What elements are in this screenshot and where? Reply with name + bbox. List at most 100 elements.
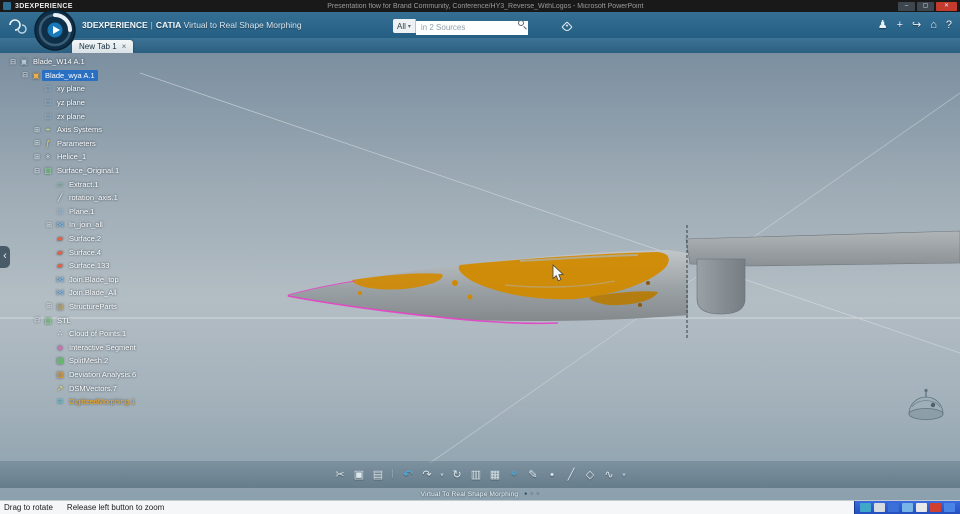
search-icon[interactable]: [517, 20, 524, 26]
tray-app-7[interactable]: [944, 503, 955, 512]
tray-app-3[interactable]: [888, 503, 899, 512]
tab-new-tab-1[interactable]: New Tab 1 ×: [72, 40, 134, 53]
tag-icon[interactable]: [561, 21, 573, 33]
tree-item-label: Parameters: [57, 138, 96, 148]
tab-close-icon[interactable]: ×: [122, 42, 127, 51]
tree-item-structureparts[interactable]: ⊞ ▤ StructureParts: [8, 300, 139, 314]
collapse-panel-icon[interactable]: ‹: [0, 246, 10, 268]
tree-item-cloud-of-points-1[interactable]: ∴ Cloud of Points.1: [8, 327, 139, 341]
windows-taskbar: [854, 501, 960, 514]
expander-icon[interactable]: ⊟: [20, 71, 30, 79]
tray-app-5[interactable]: [916, 503, 927, 512]
tray-app-2[interactable]: [874, 503, 885, 512]
tray-app-1[interactable]: [860, 503, 871, 512]
surface-icon: ▰: [56, 261, 64, 271]
hub-model[interactable]: [685, 230, 960, 315]
cut-icon[interactable]: ✂: [332, 468, 349, 481]
join-icon: ⋈: [56, 274, 64, 284]
expander-icon[interactable]: ⊞: [32, 153, 42, 161]
paste-icon[interactable]: ▤: [370, 468, 387, 481]
expander-icon[interactable]: ⊟: [32, 316, 42, 324]
tree-item-deviation-analysis-6[interactable]: ▨ Deviation Analysis.6: [8, 368, 139, 382]
page-dot-1[interactable]: ●: [524, 491, 527, 497]
add-icon[interactable]: +: [897, 17, 903, 33]
model-tree: ⊟ ▣ Blade_W14 A.1 ⊟ ▣ Blade_wya A.1 □ xy plane □…: [8, 55, 139, 408]
compass-icon[interactable]: [34, 9, 76, 51]
line-icon[interactable]: ╱: [563, 468, 580, 481]
vectors-icon: ↗: [56, 383, 64, 393]
expander-icon[interactable]: ⊟: [8, 58, 18, 66]
segment-icon: ◈: [56, 342, 64, 352]
tree-item-in-join-all[interactable]: ⊞ ⋈ In_join_all: [8, 218, 139, 232]
tree-item-yz-plane[interactable]: □ yz plane: [8, 96, 139, 110]
search-filter-dropdown[interactable]: All ▾: [393, 19, 416, 33]
tree-item-xy-plane[interactable]: □ xy plane: [8, 82, 139, 96]
page-dot-3[interactable]: ○: [536, 491, 539, 497]
tree-item-surface-original-1[interactable]: ⊟ ▧ Surface_Original.1: [8, 164, 139, 178]
minimize-button[interactable]: –: [898, 1, 915, 11]
tree-item-label: STL: [57, 315, 71, 325]
measure-icon[interactable]: ⌖: [506, 468, 523, 481]
expander-icon[interactable]: ⊞: [44, 302, 54, 310]
close-button[interactable]: ✕: [936, 1, 957, 11]
tree-item-surface-2[interactable]: ▰ Surface.2: [8, 232, 139, 246]
app-subtitle: Virtual to Real Shape Morphing: [183, 20, 302, 30]
expander-icon[interactable]: ⊞: [32, 139, 42, 147]
tree-item-dsmvectors-7[interactable]: ↗ DSMVectors.7: [8, 381, 139, 395]
plane-icon: □: [45, 111, 51, 121]
analysis-display-icon[interactable]: ▥: [468, 468, 485, 481]
undo-icon[interactable]: ↶: [400, 468, 417, 481]
user-icon[interactable]: ♟: [878, 17, 888, 33]
history-caret-icon: ▾: [440, 471, 444, 479]
robot-companion-icon[interactable]: [908, 388, 944, 420]
tree-item-extract-1[interactable]: ▱ Extract.1: [8, 177, 139, 191]
sketch-icon[interactable]: ✎: [525, 468, 542, 481]
window-controls: – ▢ ✕: [898, 1, 957, 11]
search-input[interactable]: [415, 20, 528, 35]
redo-icon[interactable]: ↷: [419, 468, 436, 481]
tree-item-zx-plane[interactable]: □ zx plane: [8, 109, 139, 123]
expander-icon[interactable]: ⊞: [32, 126, 42, 134]
tree-item-blade-w14-a-1[interactable]: ⊟ ▣ Blade_W14 A.1: [8, 55, 139, 69]
help-icon[interactable]: ?: [946, 17, 952, 33]
tree-item-join-blade-all[interactable]: ⋈ Join.Blade_All: [8, 286, 139, 300]
tree-item-label: Interactive Segment: [69, 342, 136, 352]
surface-icon: ▰: [56, 234, 64, 244]
home-icon[interactable]: ⌂: [930, 17, 937, 33]
3ds-logo-icon[interactable]: [6, 16, 28, 34]
tree-item-label: zx plane: [57, 111, 85, 121]
update-icon[interactable]: ↻: [449, 468, 466, 481]
tree-item-label: yz plane: [57, 98, 85, 108]
tree-item-interactive-segment[interactable]: ◈ Interactive Segment: [8, 340, 139, 354]
surface-icon[interactable]: ◇: [582, 468, 599, 481]
tree-item-stl[interactable]: ⊟ ▧ STL: [8, 313, 139, 327]
tree-item-digitizedmorphing-1[interactable]: ≋ DigitizedMorphing.1: [8, 395, 139, 409]
global-search: All ▾: [393, 19, 528, 35]
tray-app-4[interactable]: [902, 503, 913, 512]
point-icon[interactable]: •: [544, 469, 561, 481]
tray-app-6[interactable]: [930, 503, 941, 512]
tree-item-helice-1[interactable]: ⊞ ∗ Helice_1: [8, 150, 139, 164]
tree-item-join-blade-top[interactable]: ⋈ Join.Blade_top: [8, 273, 139, 287]
curve-icon[interactable]: ∿: [601, 468, 618, 481]
page-dot-2[interactable]: ○: [530, 491, 533, 497]
expander-icon[interactable]: ⊟: [32, 167, 42, 175]
more-caret-icon: ▾: [622, 471, 626, 479]
expander-icon[interactable]: ⊞: [44, 221, 54, 229]
checker-icon[interactable]: ▦: [487, 468, 504, 481]
viewport-3d[interactable]: ⊟ ▣ Blade_W14 A.1 ⊟ ▣ Blade_wya A.1 □ xy plane □…: [0, 53, 960, 500]
tree-item-blade-wya-a-1[interactable]: ⊟ ▣ Blade_wya A.1: [8, 69, 139, 83]
page-dots[interactable]: ● ○ ○: [524, 491, 539, 497]
tree-item-splitmesh-2[interactable]: ▦ SplitMesh.2: [8, 354, 139, 368]
maximize-button[interactable]: ▢: [917, 1, 934, 11]
tree-item-label: Join.Blade_top: [69, 274, 119, 284]
tree-item-surface-133[interactable]: ▰ Surface.133: [8, 259, 139, 273]
tree-item-parameters[interactable]: ⊞ ƒ Parameters: [8, 137, 139, 151]
blade-model[interactable]: [286, 250, 688, 325]
tree-item-plane-1[interactable]: □ Plane.1: [8, 205, 139, 219]
copy-icon[interactable]: ▣: [351, 468, 368, 481]
tree-item-surface-4[interactable]: ▰ Surface.4: [8, 245, 139, 259]
tree-item-axis-systems[interactable]: ⊞ ⌖ Axis Systems: [8, 123, 139, 137]
share-icon[interactable]: ↪: [912, 17, 921, 33]
tree-item-rotation-axis-1[interactable]: ╱ rotation_axis.1: [8, 191, 139, 205]
